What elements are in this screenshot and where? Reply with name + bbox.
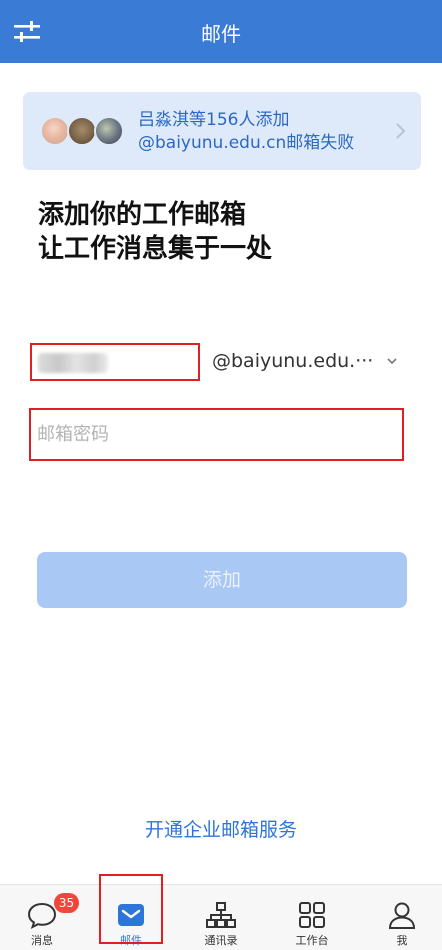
banner-line-1: 吕淼淇等156人添加 bbox=[138, 110, 290, 130]
banner-line-2: @baiyunu.edu.cn邮箱失败 bbox=[138, 133, 355, 153]
password-input[interactable] bbox=[37, 420, 392, 448]
avatar bbox=[94, 116, 124, 146]
tab-me[interactable]: 我 bbox=[362, 885, 442, 950]
failed-add-banner[interactable]: 吕淼淇等156人添加 @baiyunu.edu.cn邮箱失败 bbox=[23, 92, 421, 170]
headline-line-2: 让工作消息集于一处 bbox=[38, 234, 273, 264]
password-field-box bbox=[29, 408, 404, 461]
chevron-right-icon bbox=[396, 123, 406, 139]
tab-workbench[interactable]: 工作台 bbox=[272, 885, 352, 950]
page-title: 邮件 bbox=[201, 22, 241, 46]
tab-messages[interactable]: 35 消息 bbox=[2, 885, 82, 950]
add-button[interactable]: 添加 bbox=[37, 552, 407, 608]
avatar bbox=[67, 116, 97, 146]
email-username-input[interactable] bbox=[30, 343, 200, 381]
email-domain-select[interactable]: @baiyunu.edu.··· bbox=[212, 350, 373, 372]
avatar-group bbox=[40, 116, 130, 148]
tab-label: 通讯录 bbox=[204, 934, 238, 947]
avatar bbox=[40, 116, 70, 146]
headline: 添加你的工作邮箱 让工作消息集于一处 bbox=[38, 198, 272, 266]
tab-label: 我 bbox=[396, 934, 408, 947]
tab-label: 消息 bbox=[31, 934, 53, 947]
blurred-username bbox=[38, 353, 108, 373]
enterprise-mail-service-link[interactable]: 开通企业邮箱服务 bbox=[0, 815, 442, 842]
app-header: 邮件 bbox=[0, 0, 442, 63]
headline-line-1: 添加你的工作邮箱 bbox=[38, 200, 247, 230]
bottom-tab-bar: 35 消息 邮件 通讯录 工作台 我 bbox=[0, 884, 442, 950]
chevron-down-icon[interactable] bbox=[386, 356, 398, 366]
person-icon bbox=[388, 902, 416, 929]
mail-icon bbox=[118, 904, 144, 926]
unread-badge: 35 bbox=[54, 893, 79, 913]
tab-mail[interactable]: 邮件 bbox=[91, 885, 171, 950]
banner-text: 吕淼淇等156人添加 @baiyunu.edu.cn邮箱失败 bbox=[138, 109, 354, 155]
grid-icon bbox=[299, 902, 325, 928]
tab-label: 邮件 bbox=[120, 934, 142, 947]
org-chart-icon bbox=[206, 902, 236, 928]
tab-label: 工作台 bbox=[295, 934, 329, 947]
tab-contacts[interactable]: 通讯录 bbox=[181, 885, 261, 950]
